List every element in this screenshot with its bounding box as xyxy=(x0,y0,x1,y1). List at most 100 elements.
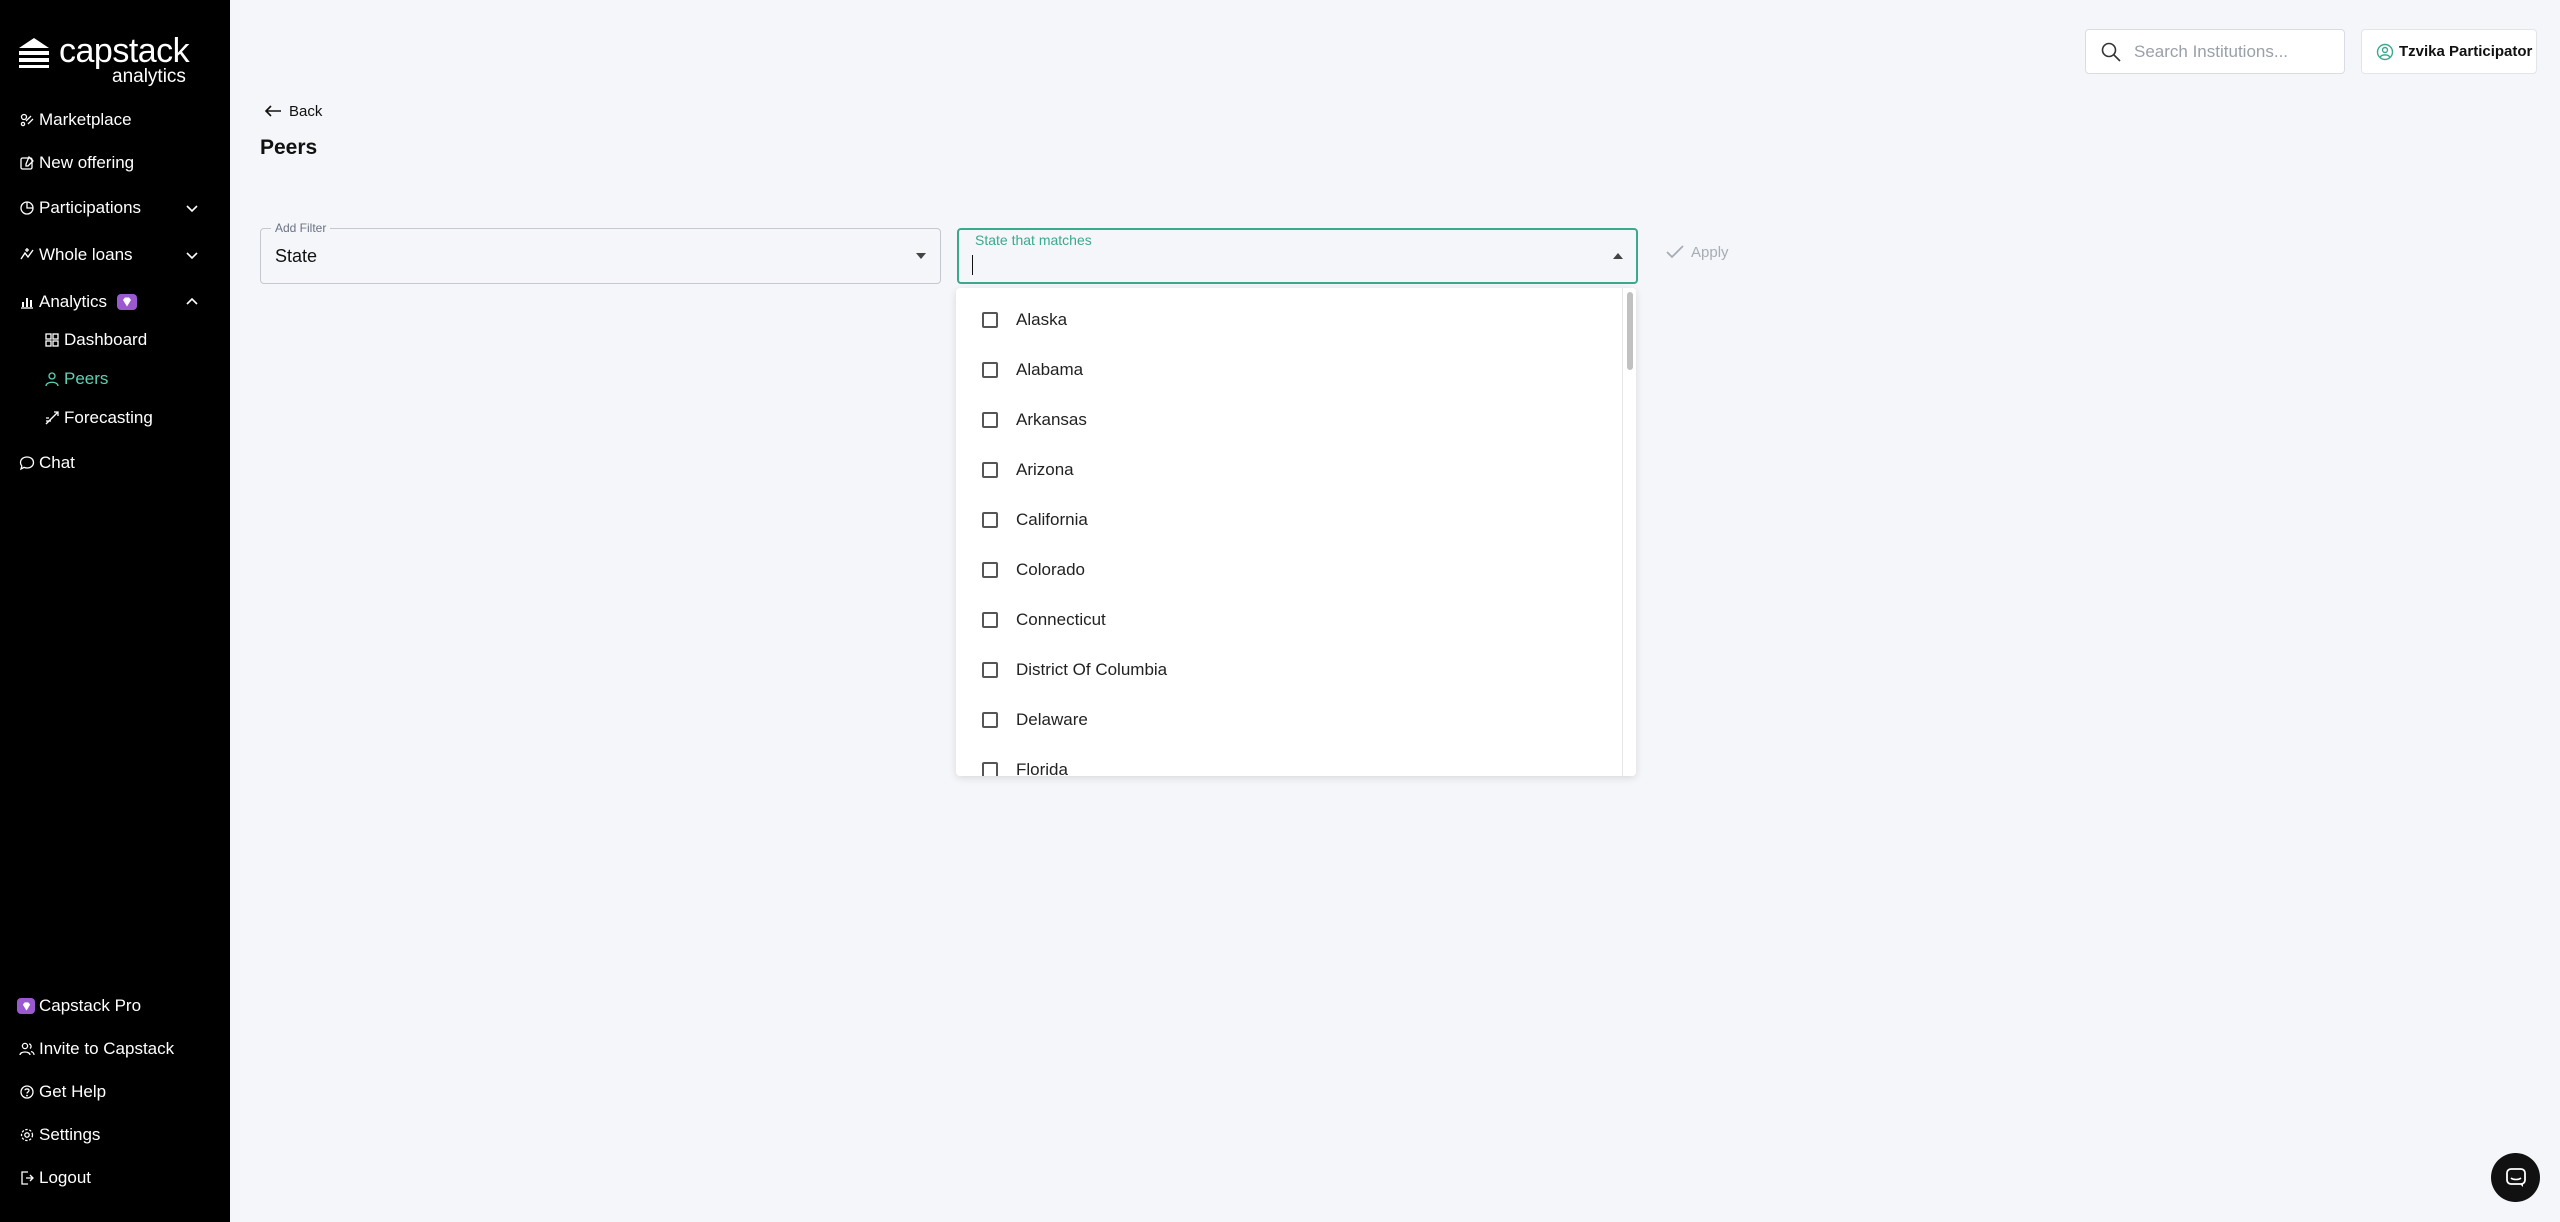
checkbox[interactable] xyxy=(982,512,998,528)
pro-badge xyxy=(17,998,35,1014)
list-item[interactable]: Colorado xyxy=(956,545,1621,595)
nav-new-offering[interactable]: New offering xyxy=(17,148,134,178)
nav-new-offering-label: New offering xyxy=(39,153,135,172)
state-match-input[interactable]: State that matches xyxy=(957,228,1638,284)
user-icon xyxy=(42,369,62,389)
help-circle-icon xyxy=(17,1082,37,1102)
logo-subtitle: analytics xyxy=(112,66,186,87)
page-title: Peers xyxy=(260,136,318,159)
option-label: Florida xyxy=(1016,760,1068,776)
scrollbar-track[interactable] xyxy=(1622,288,1636,776)
checkbox[interactable] xyxy=(982,662,998,678)
text-cursor xyxy=(972,255,973,275)
chat-icon xyxy=(2505,1167,2526,1187)
new-offering-icon xyxy=(17,153,37,173)
logout-icon xyxy=(17,1168,37,1188)
pro-badge xyxy=(117,294,138,310)
nav-analytics[interactable]: Analytics xyxy=(17,287,138,317)
apply-button[interactable]: Apply xyxy=(1665,243,1729,261)
nav-participations[interactable]: Participations xyxy=(17,193,141,223)
marketplace-icon xyxy=(17,110,37,130)
nav-get-help-label: Get Help xyxy=(39,1082,107,1101)
pie-chart-icon xyxy=(17,198,37,218)
list-item[interactable]: Arkansas xyxy=(956,395,1621,445)
logo[interactable]: capstack analytics xyxy=(17,30,217,87)
nav-dashboard-label: Dashboard xyxy=(64,330,148,349)
checkbox[interactable] xyxy=(982,712,998,728)
user-menu-button[interactable]: Tzvika Participator xyxy=(2361,29,2537,74)
state-match-legend: State that matches xyxy=(975,232,1092,248)
checkbox[interactable] xyxy=(982,362,998,378)
chevron-up-icon[interactable] xyxy=(184,294,200,310)
nav-capstack-pro[interactable]: Capstack Pro xyxy=(17,991,141,1021)
nav-marketplace[interactable]: Marketplace xyxy=(17,105,132,135)
list-item[interactable]: District Of Columbia xyxy=(956,645,1621,695)
nav-dashboard[interactable]: Dashboard xyxy=(42,325,147,355)
option-label: District Of Columbia xyxy=(1016,660,1168,679)
dashboard-icon xyxy=(42,330,62,350)
nav-chat[interactable]: Chat xyxy=(17,448,75,478)
option-label: Delaware xyxy=(1016,710,1088,729)
checkbox[interactable] xyxy=(982,312,998,328)
nav-logout[interactable]: Logout xyxy=(17,1163,91,1193)
back-link[interactable]: Back xyxy=(263,100,322,122)
diamond-icon xyxy=(22,1001,30,1011)
list-item[interactable]: Delaware xyxy=(956,695,1621,745)
list-item[interactable]: Connecticut xyxy=(956,595,1621,645)
list-item[interactable]: Alaska xyxy=(956,295,1621,345)
gear-icon xyxy=(17,1125,37,1145)
chevron-down-icon[interactable] xyxy=(184,200,200,216)
list-item[interactable]: Arizona xyxy=(956,445,1621,495)
add-filter-select[interactable]: Add Filter State xyxy=(260,220,941,284)
nav-capstack-pro-label: Capstack Pro xyxy=(39,996,142,1015)
list-item[interactable]: Florida xyxy=(956,745,1621,776)
nav-participations-label: Participations xyxy=(39,198,142,217)
list-item[interactable]: California xyxy=(956,495,1621,545)
checkbox[interactable] xyxy=(982,462,998,478)
checkbox[interactable] xyxy=(982,412,998,428)
list-item[interactable]: Alabama xyxy=(956,345,1621,395)
chat-launcher-button[interactable] xyxy=(2491,1153,2540,1202)
nav-get-help[interactable]: Get Help xyxy=(17,1077,106,1107)
capstack-logo-icon xyxy=(19,38,49,68)
nav-settings[interactable]: Settings xyxy=(17,1120,100,1150)
checkbox[interactable] xyxy=(982,612,998,628)
option-label: Alaska xyxy=(1016,310,1068,329)
nav-peers-label: Peers xyxy=(64,369,109,388)
nav-settings-label: Settings xyxy=(39,1125,101,1144)
option-label: California xyxy=(1016,510,1088,529)
caret-up-icon[interactable] xyxy=(1613,253,1623,259)
scrollbar-thumb[interactable] xyxy=(1627,292,1633,370)
checkbox[interactable] xyxy=(982,762,998,776)
nav-logout-label: Logout xyxy=(39,1168,91,1187)
chat-bubble-icon xyxy=(17,453,37,473)
option-label: Arkansas xyxy=(1016,410,1087,429)
option-label: Arizona xyxy=(1016,460,1074,479)
diamond-icon xyxy=(123,297,132,307)
checkbox[interactable] xyxy=(982,562,998,578)
option-label: Alabama xyxy=(1016,360,1084,379)
state-options-list[interactable]: Alaska Alabama Arkansas Arizona Californ… xyxy=(956,288,1636,776)
sidebar: capstack analytics Marketplace New offer… xyxy=(0,0,230,1222)
nav-forecasting[interactable]: Forecasting xyxy=(42,403,153,433)
nav-chat-label: Chat xyxy=(39,453,75,472)
logo-wordmark: capstack xyxy=(59,32,190,70)
nav-invite[interactable]: Invite to Capstack xyxy=(17,1034,174,1064)
nav-whole-loans-label: Whole loans xyxy=(39,245,133,264)
nav-analytics-label: Analytics xyxy=(39,292,108,311)
nav-whole-loans[interactable]: Whole loans xyxy=(17,240,133,270)
apply-label: Apply xyxy=(1691,243,1729,261)
option-label: Colorado xyxy=(1016,560,1085,579)
back-label: Back xyxy=(289,102,323,120)
add-filter-legend: Add Filter xyxy=(271,220,331,236)
option-label: Connecticut xyxy=(1016,610,1106,629)
forecasting-icon xyxy=(42,408,62,428)
chevron-down-icon[interactable] xyxy=(184,247,200,263)
search-box[interactable] xyxy=(2085,29,2345,74)
search-icon xyxy=(2101,42,2121,62)
nav-invite-label: Invite to Capstack xyxy=(39,1039,175,1058)
arrow-left-icon xyxy=(264,105,281,117)
nav-peers[interactable]: Peers xyxy=(42,364,108,394)
bar-chart-icon xyxy=(17,292,37,312)
search-input[interactable] xyxy=(2134,41,2324,62)
